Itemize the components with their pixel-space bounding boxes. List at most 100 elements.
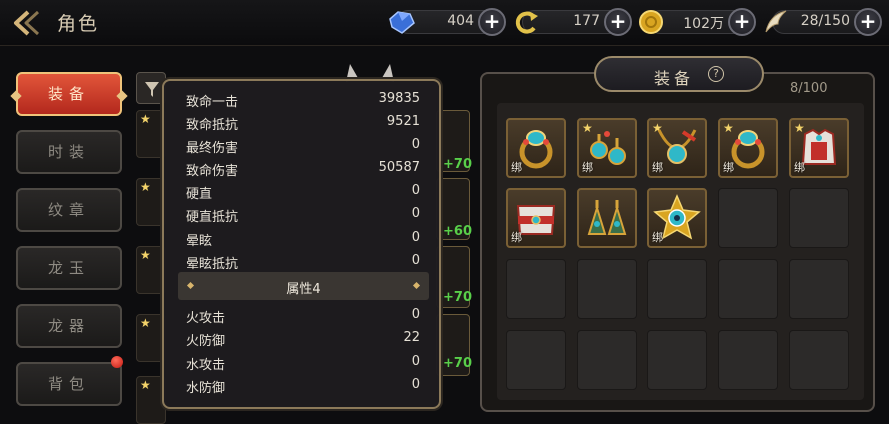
- stat-row: 水防御 0: [184, 373, 422, 396]
- notification-dot: [111, 356, 123, 368]
- stat-value: 0: [411, 230, 420, 245]
- gear-enhance-level: +70: [443, 157, 472, 172]
- star-icon: ★: [140, 378, 151, 392]
- stat-value: 0: [411, 253, 420, 268]
- stat-row: 晕眩 0: [184, 226, 422, 249]
- inventory-slot[interactable]: ★ 绑: [789, 118, 849, 178]
- empty-slot[interactable]: [789, 188, 849, 248]
- help-icon[interactable]: ?: [708, 66, 724, 82]
- stat-row: 致命一击 39835: [184, 87, 422, 110]
- wing-icon: [765, 10, 787, 33]
- empty-slot[interactable]: [718, 188, 778, 248]
- star-icon: ★: [140, 180, 151, 194]
- add-wing-button[interactable]: +: [854, 8, 882, 36]
- empty-slot[interactable]: [789, 330, 849, 390]
- inventory-slot[interactable]: 绑: [506, 188, 566, 248]
- stat-label: 致命伤害: [186, 164, 239, 179]
- stats-section-title: 属性4: [286, 282, 321, 297]
- inventory-slot[interactable]: ★ 绑: [577, 118, 637, 178]
- gear-enhance-level: +70: [443, 290, 472, 305]
- stat-label: 水防御: [186, 381, 226, 396]
- tab-emblem[interactable]: 纹章: [16, 188, 122, 232]
- back-arrow-icon: [14, 10, 40, 36]
- stat-label: 硬直抵抗: [186, 210, 239, 225]
- tab-dragon-artifact[interactable]: 龙器: [16, 304, 122, 348]
- wing-resource: 28/150 +: [762, 6, 884, 38]
- stats-popup: 致命一击 39835 致命抵抗 9521 最终伤害 0 致命伤害 50587 硬…: [162, 79, 441, 409]
- stat-value: 39835: [378, 91, 420, 106]
- stat-value: 0: [411, 206, 420, 221]
- bound-tag: 绑: [652, 161, 663, 174]
- stamina-icon: [515, 11, 538, 34]
- stat-label: 火防御: [186, 334, 226, 349]
- stat-label: 硬直: [186, 187, 213, 202]
- tab-backpack-label: 背包: [47, 375, 90, 393]
- inventory-slot[interactable]: 绑: [506, 118, 566, 178]
- stat-row: 硬直 0: [184, 179, 422, 202]
- star-icon: ★: [140, 248, 151, 262]
- tab-dragon-jade-label: 龙玉: [47, 259, 90, 277]
- gold-count: 102万: [683, 16, 724, 32]
- earring-icon: [587, 200, 627, 235]
- empty-slot[interactable]: [789, 259, 849, 319]
- empty-slot[interactable]: [577, 259, 637, 319]
- inventory-slot[interactable]: 绑: [647, 188, 707, 248]
- stat-row: 硬直抵抗 0: [184, 202, 422, 225]
- tab-dragon-jade[interactable]: 龙玉: [16, 246, 122, 290]
- empty-slot[interactable]: [506, 330, 566, 390]
- stat-label: 最终伤害: [186, 141, 239, 156]
- stat-value: 0: [411, 307, 420, 322]
- empty-slot[interactable]: [577, 330, 637, 390]
- stat-label: 火攻击: [186, 311, 226, 326]
- stat-row: 致命伤害 50587: [184, 156, 422, 179]
- bound-tag: 绑: [511, 231, 522, 244]
- bound-tag: 绑: [652, 231, 663, 244]
- empty-slot[interactable]: [647, 330, 707, 390]
- stat-value: 0: [411, 137, 420, 152]
- tab-emblem-label: 纹章: [47, 201, 90, 219]
- empty-slot[interactable]: [647, 259, 707, 319]
- stat-row: 火攻击 0: [184, 303, 422, 326]
- stat-row: 晕眩抵抗 0: [184, 249, 422, 272]
- stats-section-header: 属性4: [178, 272, 429, 300]
- page-title: 角色: [57, 13, 100, 35]
- wing-count: 28/150: [800, 13, 850, 29]
- stat-value: 9521: [386, 114, 420, 129]
- gem-count: 404: [447, 13, 474, 29]
- add-gold-button[interactable]: +: [728, 8, 756, 36]
- tab-fashion-label: 时装: [47, 143, 90, 161]
- back-button[interactable]: [10, 8, 44, 38]
- gear-enhance-level: +70: [443, 356, 472, 371]
- star-icon: ★: [140, 316, 151, 330]
- stat-row: 火防御 22: [184, 326, 422, 349]
- empty-slot[interactable]: [506, 259, 566, 319]
- inventory-slot[interactable]: ★ 绑: [718, 118, 778, 178]
- stat-value: 0: [411, 354, 420, 369]
- stat-value: 0: [411, 183, 420, 198]
- bound-tag: 绑: [723, 161, 734, 174]
- add-stamina-button[interactable]: +: [604, 8, 632, 36]
- top-bar: 角色 404 + 177 + 102万 + 28/150 +: [0, 0, 889, 46]
- bound-tag: 绑: [511, 161, 522, 174]
- stamina-count: 177: [573, 13, 600, 29]
- tab-dragon-artifact-label: 龙器: [47, 317, 90, 335]
- inventory-slot[interactable]: [577, 188, 637, 248]
- stat-value: 22: [403, 330, 420, 345]
- add-gem-button[interactable]: +: [478, 8, 506, 36]
- tab-fashion[interactable]: 时装: [16, 130, 122, 174]
- stat-row: 最终伤害 0: [184, 133, 422, 156]
- empty-slot[interactable]: [718, 259, 778, 319]
- stat-label: 水攻击: [186, 358, 226, 373]
- gear-enhance-level: +60: [443, 224, 472, 239]
- gem-resource: 404 +: [386, 6, 508, 38]
- stat-row: 水攻击 0: [184, 350, 422, 373]
- tab-backpack[interactable]: 背包: [16, 362, 122, 406]
- stat-label: 晕眩: [186, 234, 213, 249]
- tab-equipment[interactable]: 装备: [10, 72, 128, 116]
- gold-resource: 102万 +: [638, 6, 758, 38]
- stat-label: 致命抵抗: [186, 118, 239, 133]
- diamond-icon: [10, 90, 22, 102]
- stat-value: 0: [411, 377, 420, 392]
- empty-slot[interactable]: [718, 330, 778, 390]
- inventory-slot[interactable]: ★ 绑: [647, 118, 707, 178]
